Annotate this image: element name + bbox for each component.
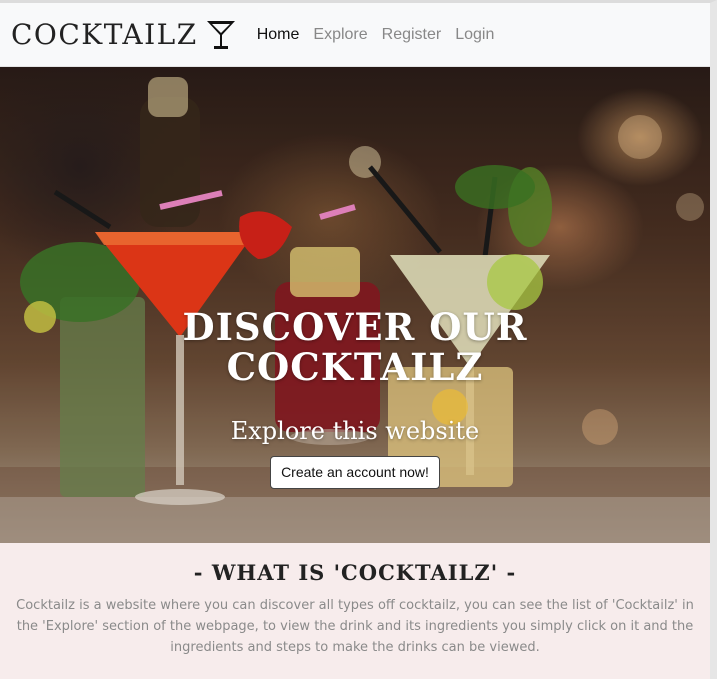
about-title: - WHAT IS 'COCKTAILZ' - bbox=[193, 560, 517, 585]
page: COCKTAILZ Home Explore Register Login DI… bbox=[0, 0, 717, 679]
nav-item-register[interactable]: Register bbox=[382, 26, 442, 44]
nav-links: Home Explore Register Login bbox=[250, 26, 502, 44]
hero-section: DISCOVER OUR COCKTAILZ Explore this webs… bbox=[0, 67, 710, 543]
hero-title: DISCOVER OUR COCKTAILZ bbox=[182, 305, 528, 389]
nav-item-explore[interactable]: Explore bbox=[313, 26, 367, 44]
hero-subtitle: Explore this website bbox=[230, 417, 480, 445]
martini-glass-icon bbox=[206, 20, 235, 49]
hero-content: DISCOVER OUR COCKTAILZ Explore this webs… bbox=[0, 67, 710, 543]
create-account-button[interactable]: Create an account now! bbox=[270, 456, 440, 489]
about-description: Cocktailz is a website where you can dis… bbox=[16, 598, 694, 655]
navbar: COCKTAILZ Home Explore Register Login bbox=[0, 3, 710, 67]
about-section: - WHAT IS 'COCKTAILZ' - Cocktailz is a w… bbox=[0, 543, 710, 679]
brand-logo-link[interactable]: COCKTAILZ bbox=[11, 18, 236, 51]
nav-item-login[interactable]: Login bbox=[455, 26, 494, 44]
nav-item-home[interactable]: Home bbox=[257, 26, 300, 44]
brand-name: COCKTAILZ bbox=[11, 18, 198, 51]
